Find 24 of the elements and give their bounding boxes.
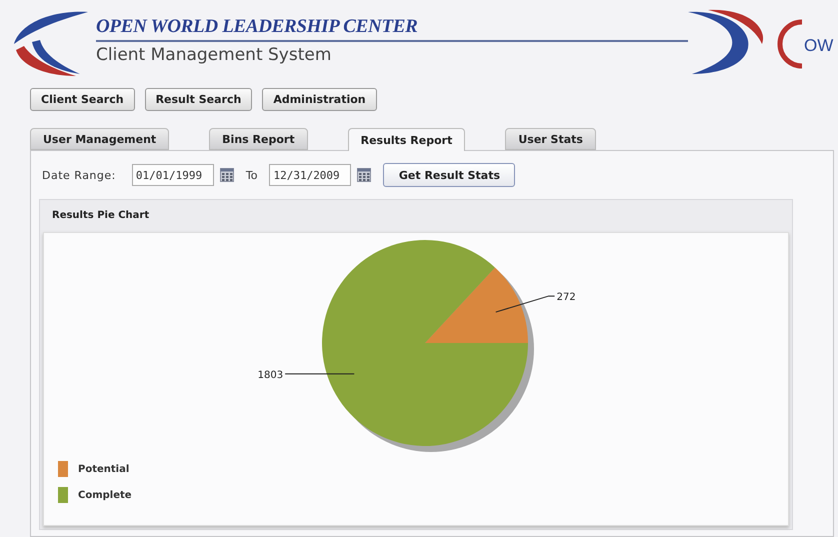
chart-title: Results Pie Chart xyxy=(52,210,150,220)
logo-drawing: OW xyxy=(688,8,838,78)
report-tab[interactable]: Results Report xyxy=(348,128,466,151)
date-range-label: Date Range: xyxy=(42,168,116,182)
leader-line xyxy=(495,296,556,313)
calendar-icon[interactable] xyxy=(220,168,234,182)
nav-button[interactable]: Result Search xyxy=(144,88,252,111)
nav-button[interactable]: Client Search xyxy=(30,88,135,111)
legend-label: Potential xyxy=(78,464,130,474)
legend-label: Complete xyxy=(78,490,132,500)
get-result-stats-button[interactable]: Get Result Stats xyxy=(383,163,516,187)
from-date-field[interactable]: 01/01/1999 xyxy=(132,164,214,186)
report-tab[interactable]: User Stats xyxy=(505,128,596,150)
data-label: 1803 xyxy=(258,370,284,381)
to-label: To xyxy=(246,168,258,182)
nav-button[interactable]: Administration xyxy=(262,88,377,111)
report-tab[interactable]: User Management xyxy=(30,128,170,150)
organization-title: OPEN WORLD LEADERSHIP CENTER xyxy=(96,16,688,42)
report-tab[interactable]: Bins Report xyxy=(209,128,308,150)
system-subtitle: Client Management System xyxy=(96,45,332,65)
leader-line xyxy=(284,373,355,374)
data-label: 272 xyxy=(556,292,576,304)
to-date-field[interactable]: 12/31/2009 xyxy=(269,164,352,186)
calendar-icon[interactable] xyxy=(357,168,372,182)
